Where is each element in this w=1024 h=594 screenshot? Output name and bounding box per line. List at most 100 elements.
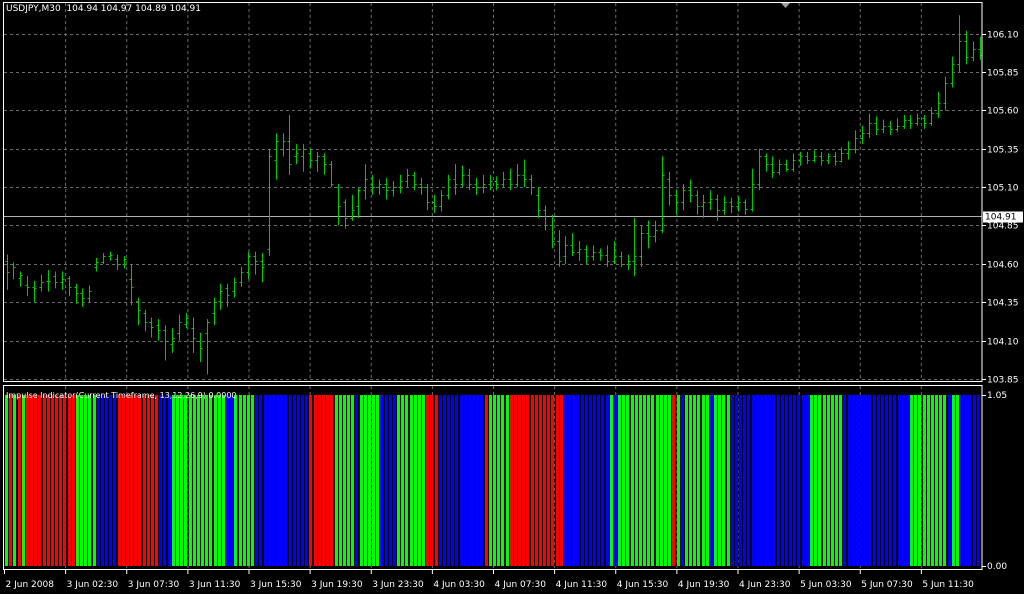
ohlc-bar (329, 161, 334, 188)
impulse-bar (464, 395, 467, 566)
impulse-bar (385, 395, 388, 566)
ohlc-bar (757, 148, 762, 191)
ohlc-bar (708, 190, 713, 211)
ohlc-bar (143, 309, 148, 332)
impulse-bar (189, 395, 192, 566)
impulse-bar (172, 395, 175, 566)
ohlc-bar (232, 277, 237, 298)
impulse-bar (280, 395, 283, 566)
ohlc-bar (5, 254, 10, 290)
ohlc-bar (377, 179, 382, 195)
impulse-bar (34, 395, 37, 566)
ohlc-bar (191, 317, 196, 353)
ohlc-bar (481, 174, 486, 194)
impulse-bar (647, 395, 650, 566)
impulse-bar (214, 395, 217, 566)
x-tick-label: 5 Jun 03:30 (800, 580, 852, 590)
impulse-bar (539, 395, 542, 566)
ohlc-bar (356, 187, 361, 218)
ohlc-bar (163, 325, 168, 361)
impulse-bar (931, 395, 934, 566)
impulse-bar (547, 395, 550, 566)
ohlc-bar (653, 220, 658, 243)
impulse-bar (476, 395, 479, 566)
impulse-bar (159, 395, 162, 566)
ohlc-bar (743, 199, 748, 215)
impulse-bar (835, 395, 838, 566)
impulse-bar (881, 395, 884, 566)
ohlc-bar (129, 263, 134, 306)
impulse-bar (906, 395, 909, 566)
impulse-bar (155, 395, 158, 566)
impulse-bar (514, 395, 517, 566)
impulse-bar (731, 395, 734, 566)
price-panel-frame (3, 2, 983, 382)
impulse-bar (797, 395, 800, 566)
impulse-bar (672, 395, 675, 566)
impulse-bar (760, 395, 763, 566)
impulse-bar (697, 395, 700, 566)
ohlc-bar (598, 248, 603, 261)
impulse-bar (581, 395, 584, 566)
chart-canvas: 106.10105.85105.60105.35105.10104.85104.… (3, 2, 1023, 590)
ohlc-bar (18, 271, 23, 287)
impulse-bar (789, 395, 792, 566)
impulse-bar (977, 395, 980, 566)
ohlc-bar (695, 190, 700, 215)
impulse-bar (284, 395, 287, 566)
ohlc-bar (156, 319, 161, 341)
impulse-bar (226, 395, 229, 566)
ohlc-bar (915, 113, 920, 126)
ohlc-bar (943, 76, 948, 111)
impulse-bar (718, 395, 721, 566)
impulse-bar (639, 395, 642, 566)
ohlc-bar (729, 197, 734, 214)
ohlc-bar (39, 274, 44, 292)
impulse-bar (443, 395, 446, 566)
impulse-bar (614, 395, 617, 566)
impulse-bar (668, 395, 671, 566)
impulse-bar (134, 395, 137, 566)
ohlc-bar (529, 174, 534, 195)
ohlc-bar (253, 251, 258, 275)
x-tick-label: 3 Jun 02:30 (67, 580, 119, 590)
impulse-bar (105, 395, 108, 566)
impulse-bar (531, 395, 534, 566)
impulse-bar (51, 395, 54, 566)
impulse-bar (163, 395, 166, 566)
impulse-bar (551, 395, 554, 566)
ohlc-bar (53, 271, 58, 289)
impulse-bar (727, 395, 730, 566)
impulse-bar (768, 395, 771, 566)
impulse-bar (885, 395, 888, 566)
impulse-bar (814, 395, 817, 566)
y-tick-label: 106.10 (987, 31, 1019, 41)
ohlc-bar (225, 283, 230, 307)
impulse-bar (960, 395, 963, 566)
ohlc-bar (570, 233, 575, 257)
ohlc-bar (536, 187, 541, 218)
impulse-bar (622, 395, 625, 566)
ohlc-bar (515, 164, 520, 188)
ohlc-bar (888, 121, 893, 135)
ohlc-bar (770, 156, 775, 178)
ohlc-bar (922, 115, 927, 129)
y-tick-label: 105.60 (987, 107, 1019, 117)
x-tick-label: 4 Jun 19:30 (678, 580, 730, 590)
impulse-bar (898, 395, 901, 566)
impulse-bar (84, 395, 87, 566)
impulse-bar (927, 395, 930, 566)
ohlc-bar (46, 269, 51, 292)
ohlc-bar (660, 156, 665, 234)
impulse-bar (601, 395, 604, 566)
impulse-bar (309, 395, 312, 566)
impulse-bar (305, 395, 308, 566)
impulse-bar (889, 395, 892, 566)
x-tick-label: 3 Jun 07:30 (128, 580, 180, 590)
impulse-bar (472, 395, 475, 566)
impulse-bar (63, 395, 66, 566)
ohlc-bar (363, 164, 368, 200)
ohlc-bar (971, 41, 976, 62)
impulse-bar (360, 395, 363, 566)
impulse-bar (151, 395, 154, 566)
